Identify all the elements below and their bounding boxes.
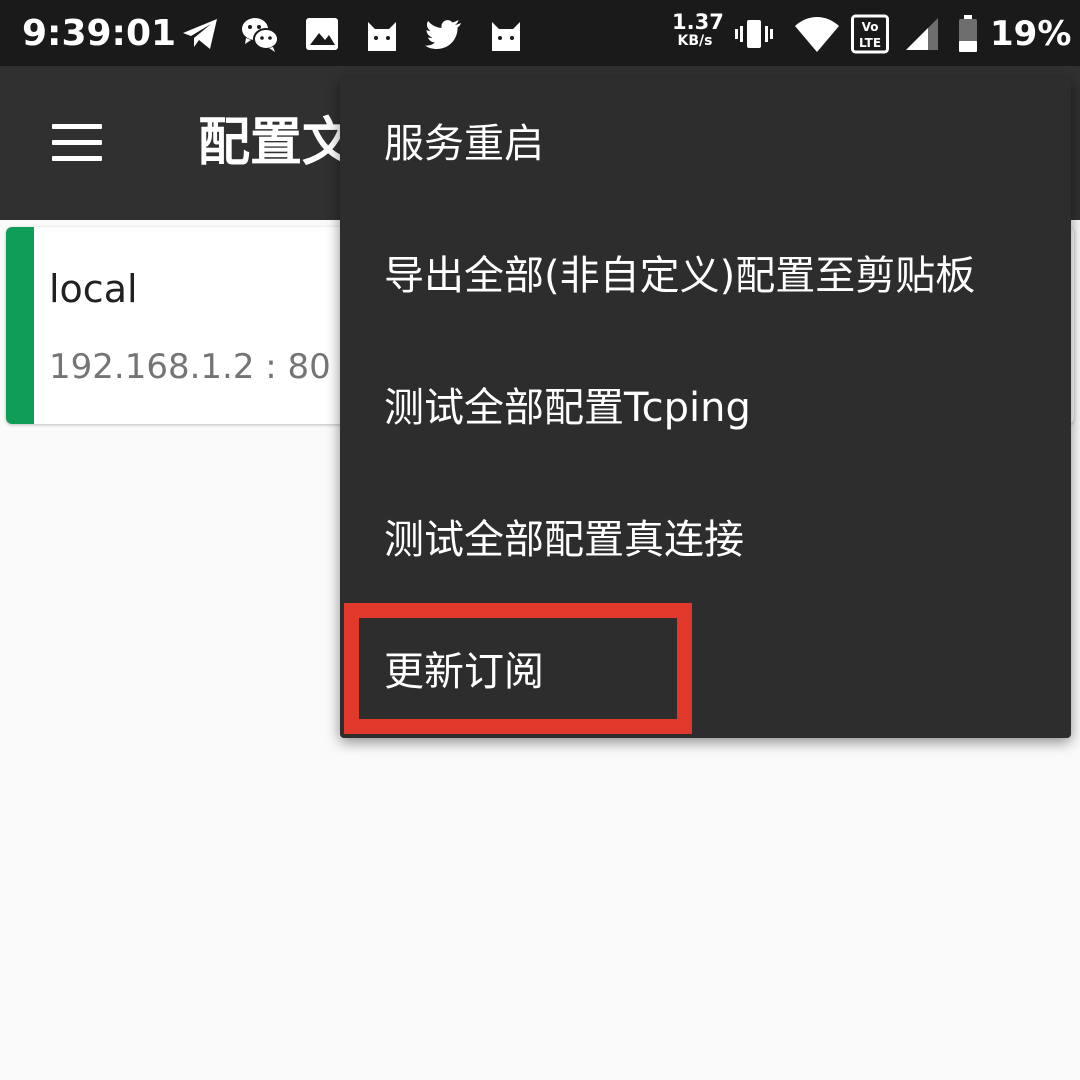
wifi-icon <box>794 14 840 54</box>
menu-item-label: 更新订阅 <box>384 649 544 695</box>
menu-item-label: 测试全部配置Tcping <box>384 385 751 431</box>
network-speed: 1.37 KB/s <box>672 10 724 49</box>
menu-item-restart-service[interactable]: 服务重启 <box>340 78 1071 210</box>
server-name: local <box>49 267 138 311</box>
volte-icon: Vo LTE <box>851 14 889 54</box>
signal-icon <box>902 14 942 54</box>
server-selected-indicator <box>6 227 34 424</box>
gallery-icon <box>302 14 342 54</box>
menu-item-label: 测试全部配置真连接 <box>384 517 744 563</box>
menu-item-update-subscription[interactable]: 更新订阅 <box>340 606 1071 738</box>
status-bar: 9:39:01 1.37 KB/s Vo LTE 19% <box>0 0 1080 66</box>
network-speed-value: 1.37 <box>672 10 724 34</box>
twitter-icon <box>424 14 464 54</box>
telegram-icon <box>180 14 220 54</box>
battery-icon <box>956 14 980 54</box>
vibrate-icon <box>734 14 774 54</box>
wechat-icon <box>240 14 280 54</box>
volte-label-bottom: LTE <box>859 36 881 50</box>
status-time: 9:39:01 <box>22 13 177 54</box>
menu-item-test-real-connection[interactable]: 测试全部配置真连接 <box>340 474 1071 606</box>
overflow-menu: 服务重启 导出全部(非自定义)配置至剪贴板 测试全部配置Tcping 测试全部配… <box>340 78 1071 738</box>
menu-item-test-tcping[interactable]: 测试全部配置Tcping <box>340 342 1071 474</box>
battery-percent: 19% <box>990 14 1072 54</box>
cat-icon <box>362 14 402 54</box>
network-speed-unit: KB/s <box>677 33 713 49</box>
menu-item-export-all-configs[interactable]: 导出全部(非自定义)配置至剪贴板 <box>340 210 1071 342</box>
volte-label-top: Vo <box>862 20 879 34</box>
cat-icon <box>486 14 526 54</box>
menu-item-label: 导出全部(非自定义)配置至剪贴板 <box>384 253 976 299</box>
hamburger-menu-icon[interactable] <box>46 118 108 168</box>
menu-item-label: 服务重启 <box>384 121 544 167</box>
screen: 9:39:01 1.37 KB/s Vo LTE 19% 配置文件 local … <box>0 0 1080 1080</box>
server-address: 192.168.1.2 : 80 <box>49 347 331 387</box>
